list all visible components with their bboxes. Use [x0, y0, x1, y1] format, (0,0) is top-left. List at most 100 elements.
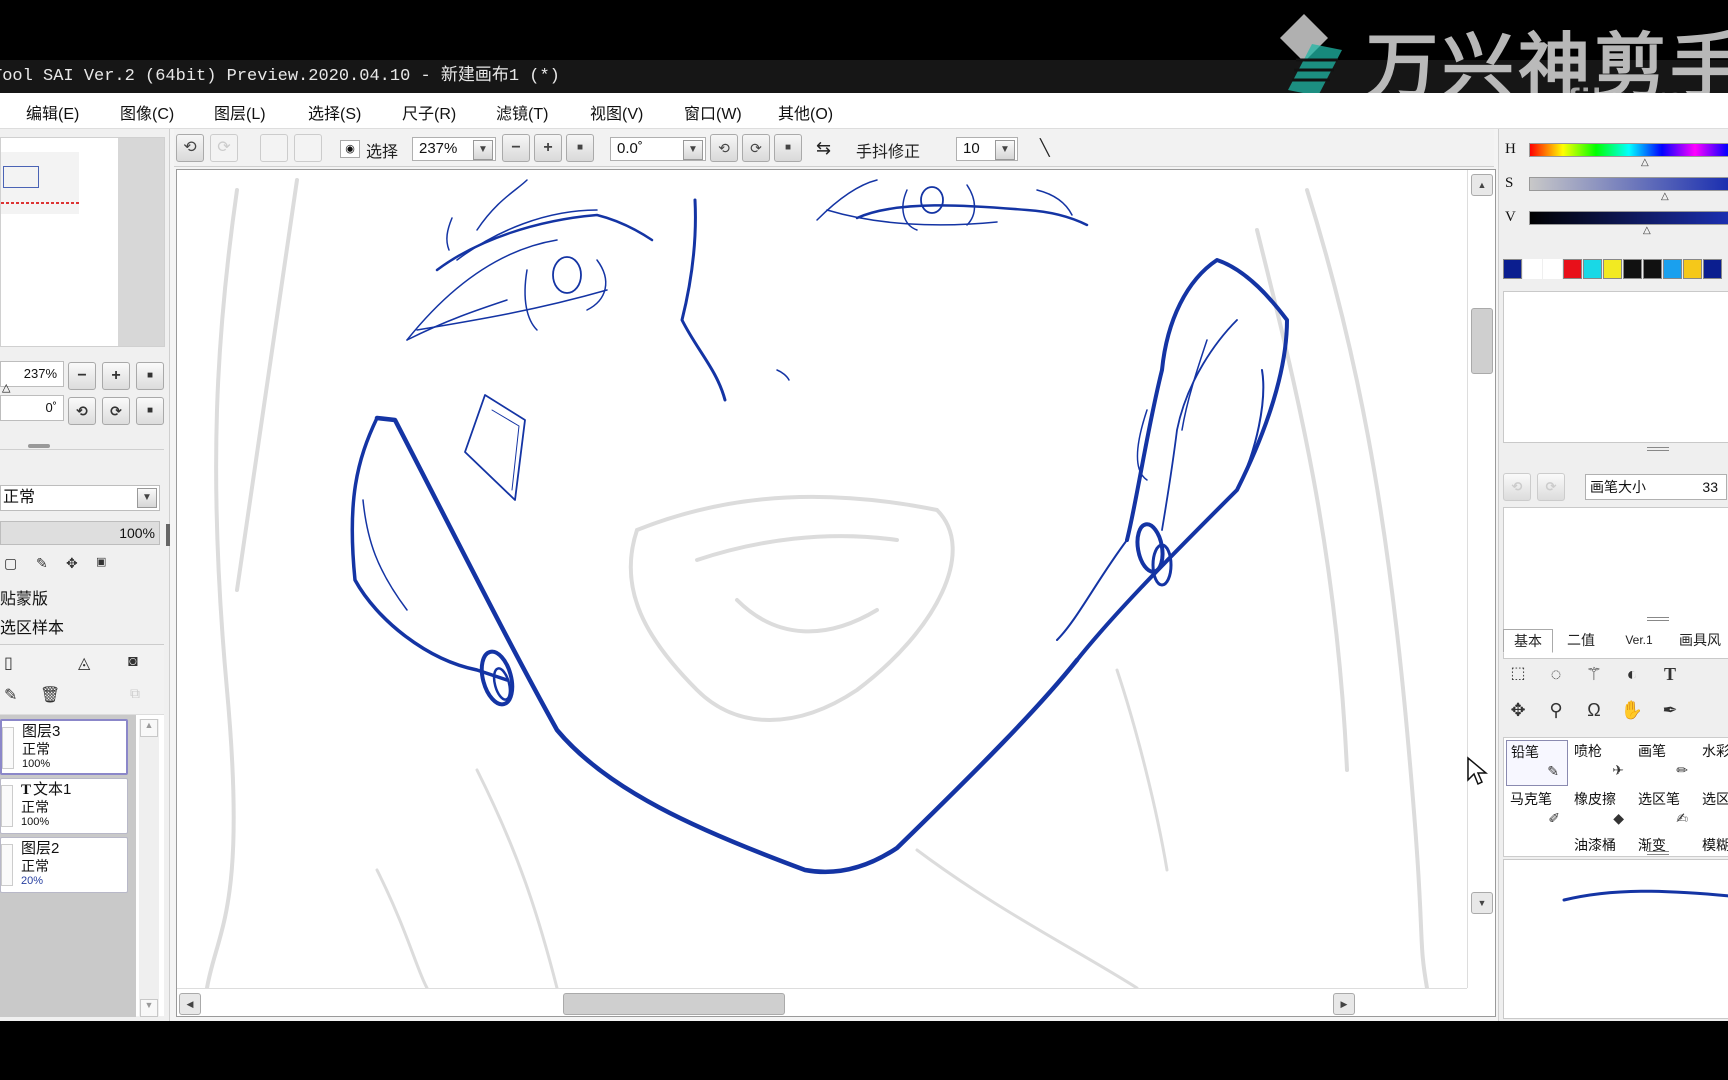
menu-layer[interactable]: 图层(L)	[214, 100, 266, 124]
rect-select-icon[interactable]: ⬚	[1505, 661, 1531, 687]
hue-slider[interactable]: H △	[1501, 141, 1728, 168]
layer-row-3[interactable]: 图层3 正常 100%	[0, 719, 128, 775]
shape-icon[interactable]: ◐	[1619, 661, 1645, 687]
rotate-ccw-button[interactable]: ⟲	[710, 134, 738, 162]
navigator-rotation-field[interactable]: 0˚	[0, 395, 64, 421]
zoom-in-button[interactable]: +	[534, 134, 562, 162]
nav-rotate-ccw-button[interactable]: ⟲	[68, 397, 96, 425]
new-vector-layer-icon[interactable]: ◬	[78, 653, 90, 673]
menu-ruler[interactable]: 尺子(R)	[402, 100, 456, 124]
layer-opacity-bar[interactable]: 100%	[0, 521, 160, 545]
hand-tool-icon[interactable]: ✋	[1619, 697, 1645, 723]
scroll-right-icon[interactable]: ▶	[1333, 993, 1355, 1015]
zoom-select[interactable]: 237% ▼	[412, 137, 496, 161]
selection-sample-checkbox[interactable]: 选区样本	[0, 614, 64, 638]
text-tool-icon[interactable]: T	[1657, 661, 1683, 687]
scroll-up-icon[interactable]: ▲	[140, 719, 158, 737]
brush-bucket[interactable]: 油漆桶	[1570, 834, 1632, 856]
panel-grip[interactable]	[1647, 617, 1669, 621]
value-slider[interactable]: V △	[1501, 209, 1728, 236]
chevron-down-icon[interactable]: ▼	[995, 140, 1015, 160]
menu-filter[interactable]: 滤镜(T)	[496, 100, 548, 124]
rotation-select[interactable]: 0.0˚ ▼	[610, 137, 706, 161]
undo-button[interactable]: ⟲	[176, 134, 204, 162]
panel-resize-handle[interactable]	[166, 524, 170, 546]
scroll-down-icon[interactable]: ▼	[140, 999, 158, 1017]
rotate-cw-button[interactable]: ⟳	[742, 134, 770, 162]
menu-view[interactable]: 视图(V)	[590, 100, 643, 124]
color-swatch[interactable]	[1583, 259, 1602, 279]
hue-marker-icon[interactable]: △	[1641, 157, 1649, 168]
zoom-out-button[interactable]: −	[502, 134, 530, 162]
horizontal-scrollbar[interactable]: ◀ ▶	[177, 988, 1467, 1016]
color-swatch[interactable]	[1543, 259, 1562, 279]
brush-marker[interactable]: 马克笔 ✐	[1506, 788, 1568, 834]
color-swatch[interactable]	[1623, 259, 1642, 279]
brush-airbrush[interactable]: 喷枪 ✈	[1570, 740, 1632, 786]
brush-selection-pen[interactable]: 选区笔 ✍	[1634, 788, 1696, 834]
zoom-reset-button[interactable]: ■	[566, 134, 594, 162]
eyedropper-icon[interactable]: ✒	[1657, 697, 1683, 723]
menu-other[interactable]: 其他(O)	[778, 100, 833, 124]
brush-selection-eraser[interactable]: 选区	[1698, 788, 1728, 834]
new-layer-icon[interactable]: ▯	[4, 653, 13, 673]
zoom-tool-icon[interactable]: ⚲	[1543, 697, 1569, 723]
saturation-bar[interactable]	[1529, 177, 1728, 191]
color-swatch[interactable]	[1663, 259, 1682, 279]
chevron-down-icon[interactable]: ▼	[683, 140, 703, 160]
zoom-slider-marker-icon[interactable]: △	[2, 381, 10, 394]
brush-watercolor[interactable]: 水彩	[1698, 740, 1728, 786]
straight-line-icon[interactable]: ╲	[1040, 138, 1050, 158]
color-swatch[interactable]	[1643, 259, 1662, 279]
trash-icon[interactable]: 🗑	[40, 685, 60, 705]
blend-mode-select[interactable]: 正常 ▼	[0, 485, 160, 511]
layer-row-2[interactable]: 图层2 正常 20%	[0, 837, 128, 893]
color-swatch[interactable]	[1563, 259, 1582, 279]
brush-brush[interactable]: 画笔 ✏	[1634, 740, 1696, 786]
saturation-slider[interactable]: S △	[1501, 175, 1728, 202]
vertical-scrollbar[interactable]: ▲ ▼	[1467, 170, 1495, 988]
rotate-reset-button[interactable]: ■	[774, 134, 802, 162]
move-icon[interactable]: ✥	[66, 555, 78, 572]
tab-ver1[interactable]: Ver.1	[1617, 629, 1661, 653]
merge-layer-icon[interactable]: ⧉	[130, 685, 140, 702]
lock-transparency-icon[interactable]: ▢	[4, 555, 17, 572]
tab-basic[interactable]: 基本	[1503, 629, 1553, 653]
scroll-down-icon[interactable]: ▼	[1471, 892, 1493, 914]
brush-eraser[interactable]: 橡皮擦 ◆	[1570, 788, 1632, 834]
nav-zoom-in-button[interactable]: +	[102, 362, 130, 390]
rotate-tool-icon[interactable]: Ω	[1581, 697, 1607, 723]
drawing-canvas[interactable]	[177, 170, 1467, 988]
menu-window[interactable]: 窗口(W)	[684, 100, 742, 124]
redo-button[interactable]: ⟳	[210, 134, 238, 162]
pen-icon[interactable]: ✎	[36, 555, 48, 572]
scroll-left-icon[interactable]: ◀	[179, 993, 201, 1015]
color-swatch[interactable]	[1503, 259, 1522, 279]
clip-mask-checkbox[interactable]: 贴蒙版	[0, 585, 48, 609]
layer-row-text[interactable]: T 文本1 正常 100%	[0, 778, 128, 834]
menu-select[interactable]: 选择(S)	[308, 100, 361, 124]
saturation-marker-icon[interactable]: △	[1661, 191, 1669, 202]
invert-selection-button[interactable]	[294, 134, 322, 162]
lasso-icon[interactable]: ◌	[1543, 661, 1569, 687]
lock-icon[interactable]: ▣	[96, 555, 106, 568]
brush-pencil[interactable]: 铅笔 ✎	[1506, 740, 1568, 786]
canvas-area[interactable]: ▲ ▼ ◀ ▶	[176, 169, 1496, 1017]
menu-edit[interactable]: 编辑(E)	[26, 100, 79, 124]
horizontal-scroll-thumb[interactable]	[563, 993, 785, 1015]
deselect-button[interactable]	[260, 134, 288, 162]
navigator-preview[interactable]	[0, 137, 165, 347]
move-tool-icon[interactable]: ✥	[1505, 697, 1531, 723]
color-swatch[interactable]	[1703, 259, 1722, 279]
nav-zoom-out-button[interactable]: −	[68, 362, 96, 390]
flip-horizontal-icon[interactable]: ⇆	[816, 138, 831, 159]
value-bar[interactable]	[1529, 211, 1728, 225]
value-marker-icon[interactable]: △	[1643, 225, 1651, 236]
tab-binary[interactable]: 二值	[1559, 629, 1603, 653]
layer-scrollbar[interactable]: ▲ ▼	[139, 719, 159, 1017]
nav-rotate-cw-button[interactable]: ⟳	[102, 397, 130, 425]
eye-icon[interactable]: ◉	[340, 140, 360, 158]
color-swatch[interactable]	[1523, 259, 1542, 279]
nav-rotate-reset-button[interactable]: ■	[136, 397, 164, 425]
nav-zoom-reset-button[interactable]: ■	[136, 362, 164, 390]
